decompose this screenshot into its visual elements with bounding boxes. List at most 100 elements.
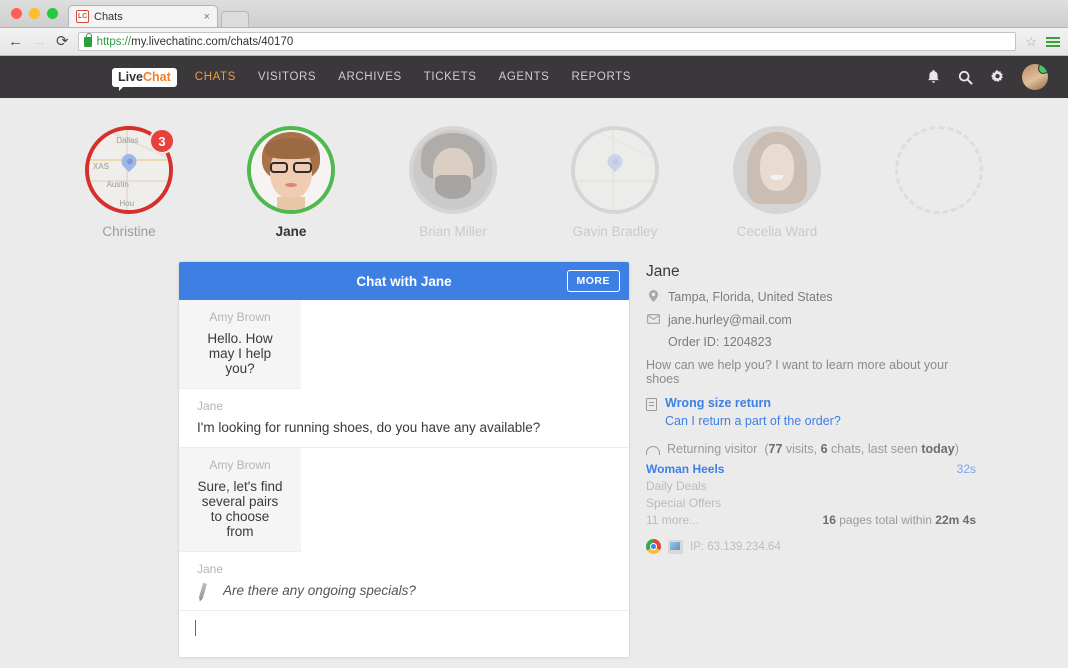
chat-message-typing-preview: Jane Are there any ongoing specials? [179,552,629,611]
more-button[interactable]: MORE [567,270,621,292]
forward-icon[interactable]: → [32,34,47,49]
agent-jane[interactable]: Jane [230,126,352,239]
status-badge: 3 [149,128,175,154]
chat-message: Jane I'm looking for running shoes, do y… [179,389,629,448]
map-avatar-icon [575,130,655,210]
message-text: Sure, let's find several pairs to choose… [197,479,283,539]
avatar[interactable] [571,126,659,214]
primary-nav: CHATS VISITORS ARCHIVES TICKETS AGENTS R… [195,71,631,83]
tab-title: Chats [94,11,204,23]
chat-message: Amy Brown Sure, let's find several pairs… [179,448,301,552]
current-user-avatar[interactable] [1022,64,1048,90]
agent-empty-slot[interactable] [878,126,1000,239]
nav-item-visitors[interactable]: VISITORS [258,71,316,83]
url-scheme: https:// [97,36,132,48]
map-label-hou: Hou [119,199,134,208]
avatar[interactable] [409,126,497,214]
livechat-logo[interactable]: LiveChat [112,68,177,87]
app-navbar: LiveChat CHATS VISITORS ARCHIVES TICKETS… [0,56,1068,98]
logo-live-text: Live [118,70,143,84]
browser-titlebar: LC Chats × [0,0,1068,28]
window-traffic-lights[interactable] [0,8,58,27]
ticket-note-icon [646,398,657,411]
agent-gavin-bradley[interactable]: Gavin Bradley [554,126,676,239]
photo-avatar [251,130,331,210]
agent-cecelia-ward[interactable]: Cecelia Ward [716,126,838,239]
agent-christine[interactable]: Dallas XAS Austin Hou 3 Christine [68,126,190,239]
livechat-favicon: LC [76,10,89,23]
last-seen: today [921,442,954,456]
bell-icon[interactable] [926,69,941,85]
chat-panel: Chat with Jane MORE Amy Brown Hello. How… [178,261,630,658]
back-icon[interactable]: ← [8,34,23,49]
nav-item-chats[interactable]: CHATS [195,71,236,83]
address-bar[interactable]: https://my.livechatinc.com/chats/40170 [78,32,1017,51]
page-row[interactable]: Special Offers [646,496,976,510]
empty-avatar-placeholder[interactable] [895,126,983,214]
map-label-austin: Austin [107,180,129,189]
page-name[interactable]: Woman Heels [646,462,724,476]
pencil-icon [199,583,207,599]
returning-visitor-detail: (77 visits, 6 chats, last seen today) [764,442,959,456]
nav-item-archives[interactable]: ARCHIVES [338,71,402,83]
message-author: Amy Brown [197,458,283,472]
ticket-subject-link[interactable]: Can I return a part of the order? [665,414,976,428]
gear-icon[interactable] [990,70,1005,85]
visits-count: 77 [769,442,783,456]
browser-tab[interactable]: LC Chats × [68,5,218,27]
maximize-window-button[interactable] [47,8,58,19]
returning-visitor-label: Returning visitor [667,442,757,456]
new-tab-button[interactable] [221,11,249,27]
text-cursor [195,620,196,636]
location-pin-icon [646,290,660,306]
search-icon[interactable] [958,70,973,85]
main-content: Chat with Jane MORE Amy Brown Hello. How… [0,239,1068,658]
avatar[interactable]: Dallas XAS Austin Hou 3 [85,126,173,214]
visitor-name: Jane [646,263,976,281]
message-input[interactable] [179,611,629,657]
map-label-dallas: Dallas [116,136,138,145]
chat-header: Chat with Jane MORE [179,262,629,300]
close-window-button[interactable] [11,8,22,19]
visitor-order-id: Order ID: 1204823 [668,335,772,349]
page-row[interactable]: Woman Heels 32s [646,462,976,476]
visitor-location-row: Tampa, Florida, United States [646,290,976,306]
page-row[interactable]: Daily Deals [646,479,976,493]
ticket-title-link[interactable]: Wrong size return [665,396,771,410]
nav-item-reports[interactable]: REPORTS [571,71,631,83]
ticket-block[interactable]: Wrong size return [646,396,976,411]
envelope-icon [646,313,660,328]
chrome-icon [646,539,661,554]
page-time: 32s [957,462,976,476]
windows-icon [668,540,683,554]
nav-item-agents[interactable]: AGENTS [499,71,550,83]
more-pages-link[interactable]: 11 more... [646,513,699,527]
avatar[interactable] [733,126,821,214]
minimize-window-button[interactable] [29,8,40,19]
agent-name: Gavin Bradley [554,224,676,239]
prechat-question: How can we help you? I want to learn mor… [646,358,976,386]
reload-icon[interactable]: ⟳ [56,34,69,49]
returning-visitor-row: Returning visitor (77 visits, 6 chats, l… [646,442,976,456]
avatar[interactable] [247,126,335,214]
chat-title: Chat with Jane [356,274,451,289]
message-author: Jane [197,562,611,576]
visited-pages-list: Woman Heels 32s Daily Deals Special Offe… [646,462,976,527]
url-host-path: my.livechatinc.com/chats/40170 [131,36,293,48]
agent-name: Brian Miller [392,224,514,239]
menu-hamburger-icon[interactable] [1046,37,1060,47]
pages-total: 16 pages total within 22m 4s [823,513,976,527]
agent-name: Cecelia Ward [716,224,838,239]
nav-item-tickets[interactable]: TICKETS [424,71,477,83]
tech-info-row: IP: 63.139.234.64 [646,539,976,554]
close-icon[interactable]: × [204,11,210,23]
visitor-details-panel: Jane Tampa, Florida, United States jane.… [646,261,976,658]
page-name[interactable]: Special Offers [646,496,721,510]
visitor-order-row: Order ID: 1204823 [646,335,976,349]
pages-total-count: 16 [823,513,836,527]
agent-brian-miller[interactable]: Brian Miller [392,126,514,239]
agent-name: Jane [230,224,352,239]
bookmark-star-icon[interactable]: ☆ [1025,34,1037,50]
chat-message: Amy Brown Hello. How may I help you? [179,300,301,389]
page-name[interactable]: Daily Deals [646,479,707,493]
